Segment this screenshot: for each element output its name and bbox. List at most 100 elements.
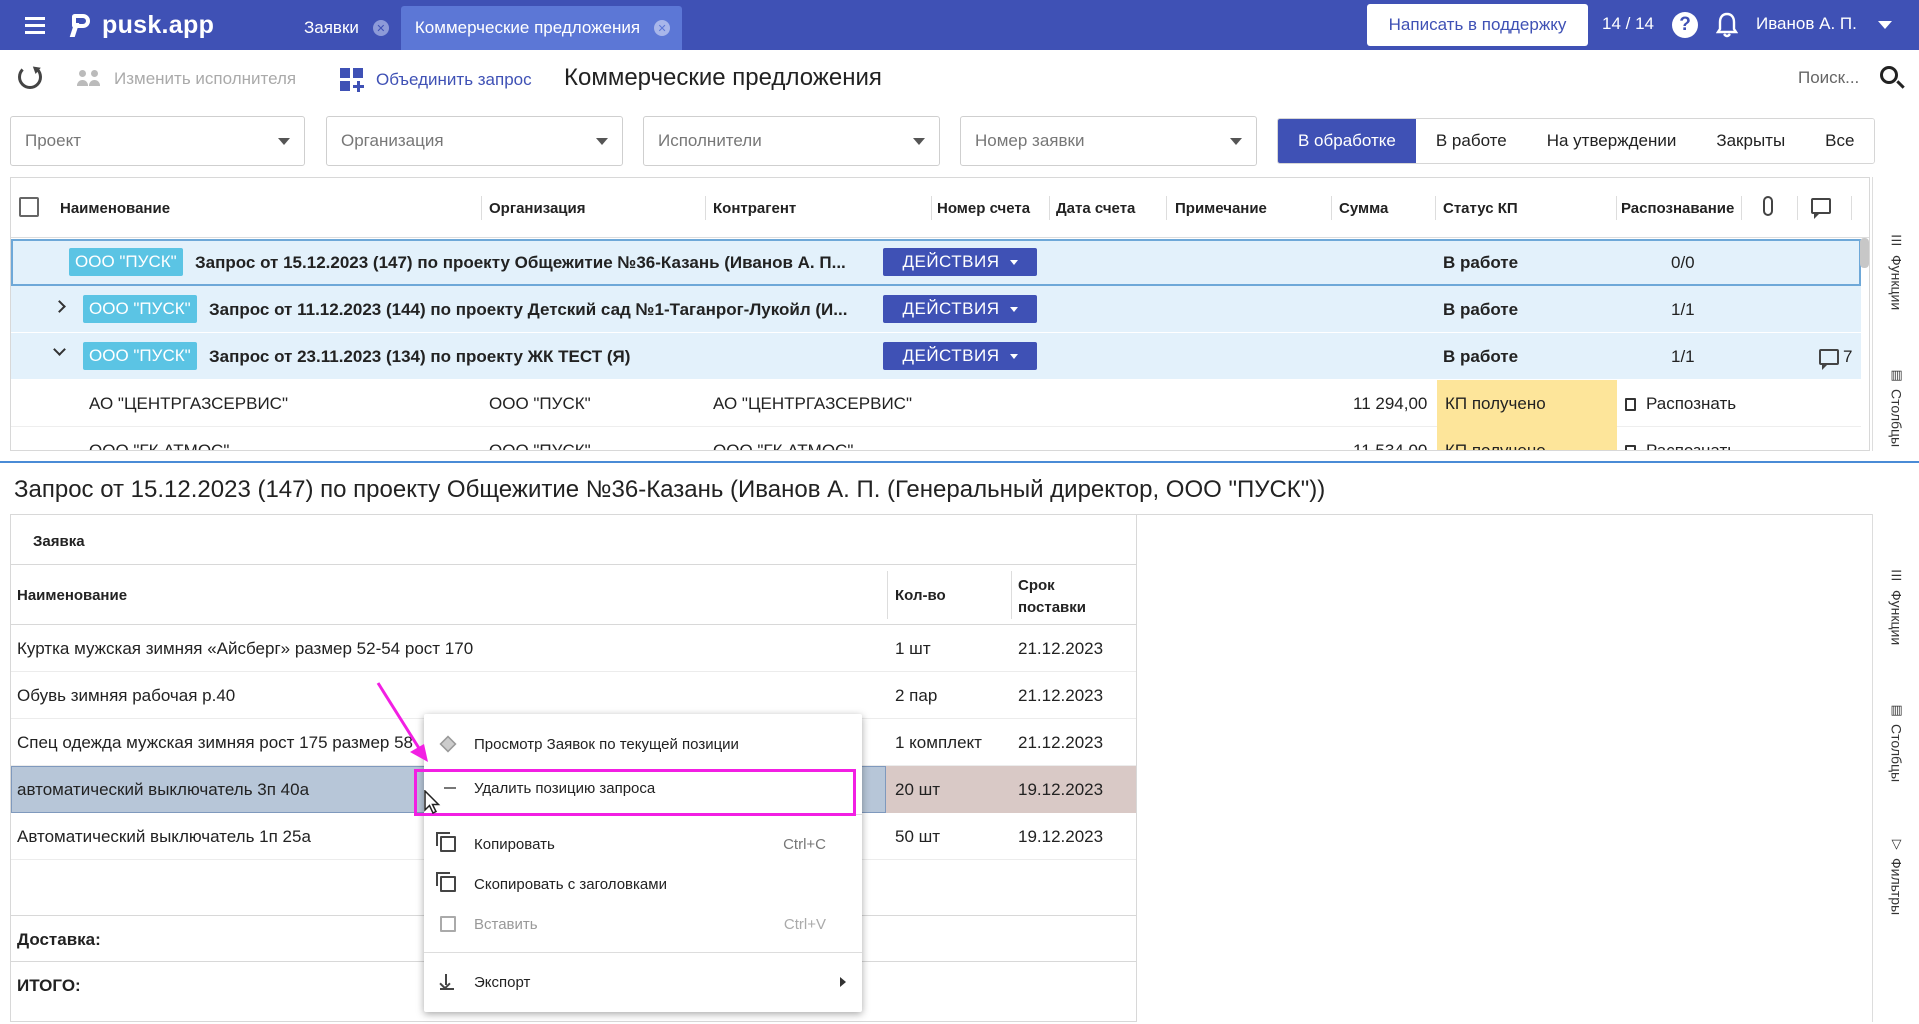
merge-request-label: Объединить запрос — [376, 70, 532, 89]
column-header[interactable]: Контрагент — [713, 200, 796, 217]
column-header[interactable]: поставки — [1018, 599, 1086, 616]
tab-requests[interactable]: Заявки ✕ — [290, 6, 401, 50]
recognition-count: 1/1 — [1671, 347, 1695, 366]
functions-panel-toggle[interactable]: ☰ Функции — [1873, 233, 1919, 310]
offer-name: АО "ЦЕНТРГАЗСЕРВИС" — [89, 394, 288, 413]
column-header[interactable]: Дата счета — [1056, 200, 1135, 217]
search-input[interactable]: Поиск... — [1798, 68, 1859, 88]
menu-icon[interactable] — [0, 0, 70, 50]
project-select[interactable]: Проект — [10, 116, 305, 166]
actions-button[interactable]: ДЕЙСТВИЯ — [883, 342, 1037, 370]
scrollbar[interactable] — [1860, 238, 1869, 268]
select-all-checkbox[interactable] — [19, 197, 39, 217]
columns-panel-toggle[interactable]: ▥ Столбцы — [1873, 367, 1919, 447]
table-header: Наименование Кол-во Срок поставки — [11, 565, 1137, 625]
table-row[interactable]: Обувь зимняя рабочая р.40 2 пар 21.12.20… — [11, 672, 1137, 719]
column-header[interactable]: Сумма — [1339, 200, 1388, 217]
column-header[interactable]: Наименование — [17, 587, 127, 604]
recognize-button[interactable]: Распознать — [1625, 394, 1736, 414]
status-tab-closed[interactable]: Закрыты — [1696, 119, 1806, 163]
paperclip-icon[interactable] — [1763, 196, 1773, 216]
status-text: В работе — [1443, 253, 1519, 272]
status-tab-in-work[interactable]: В работе — [1415, 119, 1527, 163]
functions-panel-toggle[interactable]: ☰ Функции — [1873, 568, 1919, 645]
group-header: Заявка — [11, 515, 1137, 565]
status-tab-approval[interactable]: На утверждении — [1526, 119, 1697, 163]
status-tab-processing[interactable]: В обработке — [1278, 119, 1416, 163]
layers-icon — [439, 735, 457, 753]
actions-label: ДЕЙСТВИЯ — [902, 299, 1000, 318]
comment-count: 7 — [1843, 347, 1853, 366]
chevron-down-icon — [1230, 138, 1242, 145]
tab-commercial-offers[interactable]: Коммерческие предложения ✕ — [400, 6, 683, 50]
recognition-count: 1/1 — [1671, 300, 1695, 319]
column-header[interactable]: Срок — [1018, 577, 1055, 594]
help-icon[interactable]: ? — [1672, 12, 1698, 38]
columns-label: Столбцы — [1888, 724, 1905, 783]
executors-select[interactable]: Исполнители — [643, 116, 940, 166]
column-header[interactable]: Номер счета — [937, 200, 1030, 217]
table-row[interactable]: АО "ЦЕНТРГАЗСЕРВИС" ООО "ПУСК" АО "ЦЕНТР… — [11, 380, 1861, 427]
column-header[interactable]: Кол-во — [895, 587, 946, 604]
menu-item-export[interactable]: Экспорт — [424, 964, 862, 1000]
recognition-count: 0/0 — [1671, 253, 1695, 272]
request-number-select[interactable]: Номер заявки — [960, 116, 1257, 166]
user-name[interactable]: Иванов А. П. — [1756, 14, 1857, 34]
filters-label: Фильтры — [1888, 858, 1905, 916]
column-header[interactable]: Примечание — [1175, 200, 1267, 217]
menu-item-paste[interactable]: Вставить Ctrl+V — [424, 906, 862, 942]
columns-panel-toggle[interactable]: ▥ Столбцы — [1873, 702, 1919, 782]
refresh-icon[interactable] — [18, 65, 42, 89]
item-date: 21.12.2023 — [1018, 733, 1104, 752]
item-name: Спец одежда мужская зимняя рост 175 разм… — [17, 733, 414, 752]
actions-button[interactable]: ДЕЙСТВИЯ — [883, 248, 1037, 276]
support-button[interactable]: Написать в поддержку — [1367, 4, 1588, 46]
column-header[interactable]: Организация — [489, 200, 586, 217]
comment-icon[interactable] — [1811, 198, 1831, 219]
column-header[interactable]: Статус КП — [1443, 200, 1518, 217]
recognize-label: Распознать — [1646, 441, 1737, 451]
pane-divider[interactable] — [0, 461, 1919, 463]
bell-icon[interactable] — [1716, 12, 1738, 38]
menu-item-copy-with-headers[interactable]: Скопировать с заголовками — [424, 866, 862, 902]
recognize-button[interactable]: Распознать — [1625, 441, 1737, 451]
table-row[interactable]: ООО "ПУСК" Запрос от 23.11.2023 (134) по… — [11, 333, 1861, 380]
paste-icon — [440, 916, 456, 932]
close-icon[interactable]: ✕ — [372, 20, 389, 36]
chevron-right-icon[interactable] — [53, 300, 66, 313]
comment-icon[interactable] — [1819, 349, 1839, 370]
table-row[interactable]: ООО "ПУСК" Запрос от 11.12.2023 (144) по… — [11, 286, 1861, 333]
toolbar: Изменить исполнителя Объединить запрос К… — [0, 50, 1919, 108]
logo-text: pusk.app — [102, 10, 215, 39]
table-row[interactable]: ООО "ГК АТМОС" ООО "ПУСК" ООО "ГК АТМОС"… — [11, 427, 1861, 451]
actions-button[interactable]: ДЕЙСТВИЯ — [883, 295, 1037, 323]
table-row[interactable]: Куртка мужская зимняя «Айсберг» размер 5… — [11, 625, 1137, 672]
filters-panel-toggle[interactable]: ▽ Фильтры — [1873, 836, 1919, 915]
org-badge: ООО "ПУСК" — [83, 342, 197, 370]
item-name: автоматический выключатель 3п 40а — [17, 780, 310, 799]
menu-item-view-requests[interactable]: Просмотр Заявок по текущей позиции — [424, 726, 862, 762]
table-row[interactable]: ООО "ПУСК" Запрос от 15.12.2023 (147) по… — [11, 239, 1861, 286]
column-header[interactable]: Наименование — [60, 200, 170, 217]
status-tab-all[interactable]: Все — [1805, 119, 1875, 163]
status-text: В работе — [1443, 300, 1519, 319]
change-executor-button[interactable]: Изменить исполнителя — [76, 68, 296, 90]
actions-label: ДЕЙСТВИЯ — [902, 252, 1000, 271]
column-header[interactable]: Распознавание — [1621, 200, 1734, 217]
chevron-down-icon — [596, 138, 608, 145]
request-title: Запрос от 23.11.2023 (134) по проекту ЖК… — [209, 347, 631, 366]
page-title: Коммерческие предложения — [564, 64, 882, 91]
chevron-down-icon[interactable] — [53, 343, 66, 356]
search-icon[interactable] — [1880, 66, 1898, 84]
chevron-down-icon — [1009, 306, 1018, 312]
organization-select[interactable]: Организация — [326, 116, 623, 166]
close-icon[interactable]: ✕ — [654, 20, 671, 36]
logo[interactable]: pusk.app — [70, 11, 290, 40]
menu-icon: ☰ — [1890, 568, 1903, 583]
menu-item-copy[interactable]: Копировать Ctrl+C — [424, 826, 862, 862]
item-date: 19.12.2023 — [1018, 827, 1104, 846]
kp-status: КП получено — [1437, 427, 1617, 450]
chevron-down-icon[interactable] — [1878, 21, 1892, 29]
merge-request-button[interactable]: Объединить запрос — [340, 68, 532, 92]
kp-status: КП получено — [1437, 380, 1617, 427]
